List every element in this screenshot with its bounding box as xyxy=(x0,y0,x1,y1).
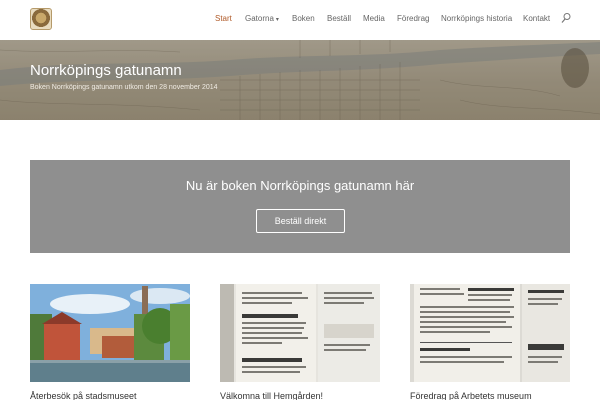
chevron-down-icon: ▾ xyxy=(275,17,279,23)
seal-logo[interactable] xyxy=(30,8,52,30)
nav-item-kontakt[interactable]: Kontakt xyxy=(523,14,550,23)
hero-overlay xyxy=(0,40,600,120)
nav-item-boken[interactable]: Boken xyxy=(292,14,315,23)
nav-item-label: Gatorna xyxy=(245,14,274,23)
hero-banner: Norrköpings gatunamn Boken Norrköpings g… xyxy=(0,40,600,120)
post-card[interactable]: Föredrag på Arbetets museum xyxy=(410,284,570,400)
cta-heading: Nu är boken Norrköpings gatunamn här xyxy=(185,178,415,193)
main-nav: Start Gatorna ▾ Boken Beställ Media Föred… xyxy=(215,14,570,28)
page-title: Norrköpings gatunamn xyxy=(30,62,182,79)
nav-item-start[interactable]: Start xyxy=(215,14,232,23)
nav-item-media[interactable]: Media xyxy=(363,14,385,23)
site-header: Start Gatorna ▾ Boken Beställ Media Föred… xyxy=(0,0,600,40)
search-icon[interactable] xyxy=(561,12,571,24)
post-card[interactable]: Återbesök på stadsmuseet xyxy=(30,284,190,400)
nav-item-gatorna[interactable]: Gatorna ▾ xyxy=(245,14,279,23)
nav-item-bestall[interactable]: Beställ xyxy=(327,14,351,23)
cta-box: Nu är boken Norrköpings gatunamn här xyxy=(30,160,570,253)
order-now-button[interactable]: Beställ direkt xyxy=(256,209,345,233)
hero-subtitle: Boken Norrköpings gatunamn utkom den 28 … xyxy=(30,84,218,91)
post-image-newspaper[interactable] xyxy=(220,284,380,382)
post-card[interactable]: Välkomna till Hemgården! xyxy=(220,284,380,400)
post-image-clipping[interactable] xyxy=(410,284,570,382)
post-image-city[interactable] xyxy=(30,284,190,382)
nav-item-foredrag[interactable]: Föredrag xyxy=(397,14,429,23)
post-title[interactable]: Återbesök på stadsmuseet xyxy=(30,391,137,400)
nav-item-norrkopings-historia[interactable]: Norrköpings historia xyxy=(441,14,512,23)
post-title[interactable]: Välkomna till Hemgården! xyxy=(220,391,323,400)
post-title[interactable]: Föredrag på Arbetets museum xyxy=(410,391,532,400)
